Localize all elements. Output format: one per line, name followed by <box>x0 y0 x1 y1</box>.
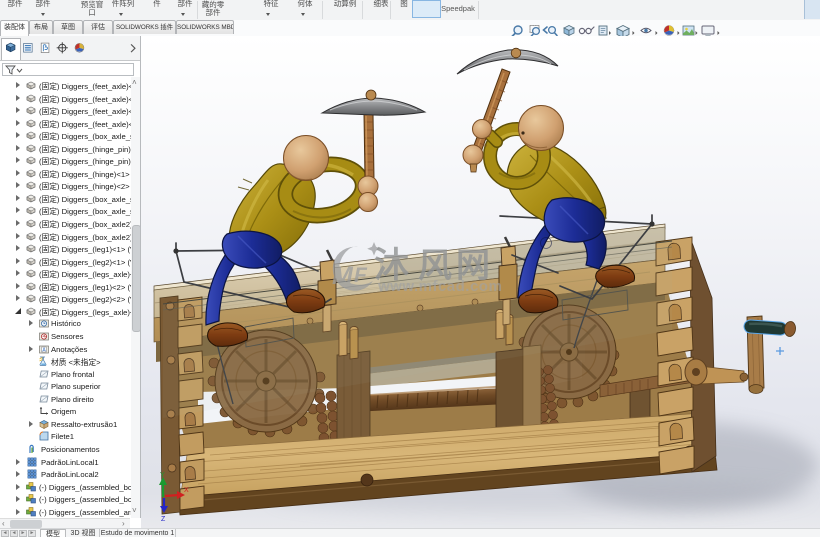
svg-text:Y: Y <box>160 472 165 479</box>
svg-text:www.mfcad.com: www.mfcad.com <box>377 278 502 295</box>
svg-text:Z: Z <box>161 516 166 523</box>
svg-text:X: X <box>184 487 189 494</box>
svg-text:F: F <box>354 264 368 287</box>
svg-text:M: M <box>332 262 354 290</box>
